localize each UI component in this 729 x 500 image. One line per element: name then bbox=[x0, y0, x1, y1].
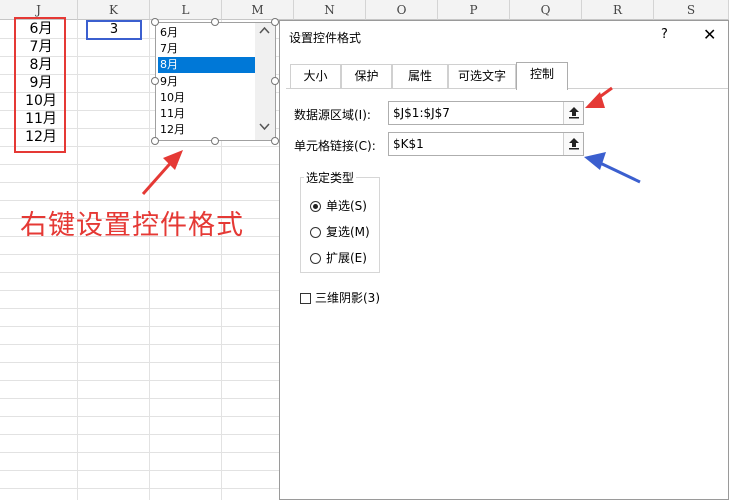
tab-control[interactable]: 控制 bbox=[516, 62, 568, 90]
red-arrow-to-data-range bbox=[585, 86, 613, 108]
blue-arrow-to-cell-link bbox=[584, 152, 641, 184]
annotation-arrows bbox=[141, 86, 641, 195]
red-arrow-to-hint bbox=[141, 150, 183, 195]
